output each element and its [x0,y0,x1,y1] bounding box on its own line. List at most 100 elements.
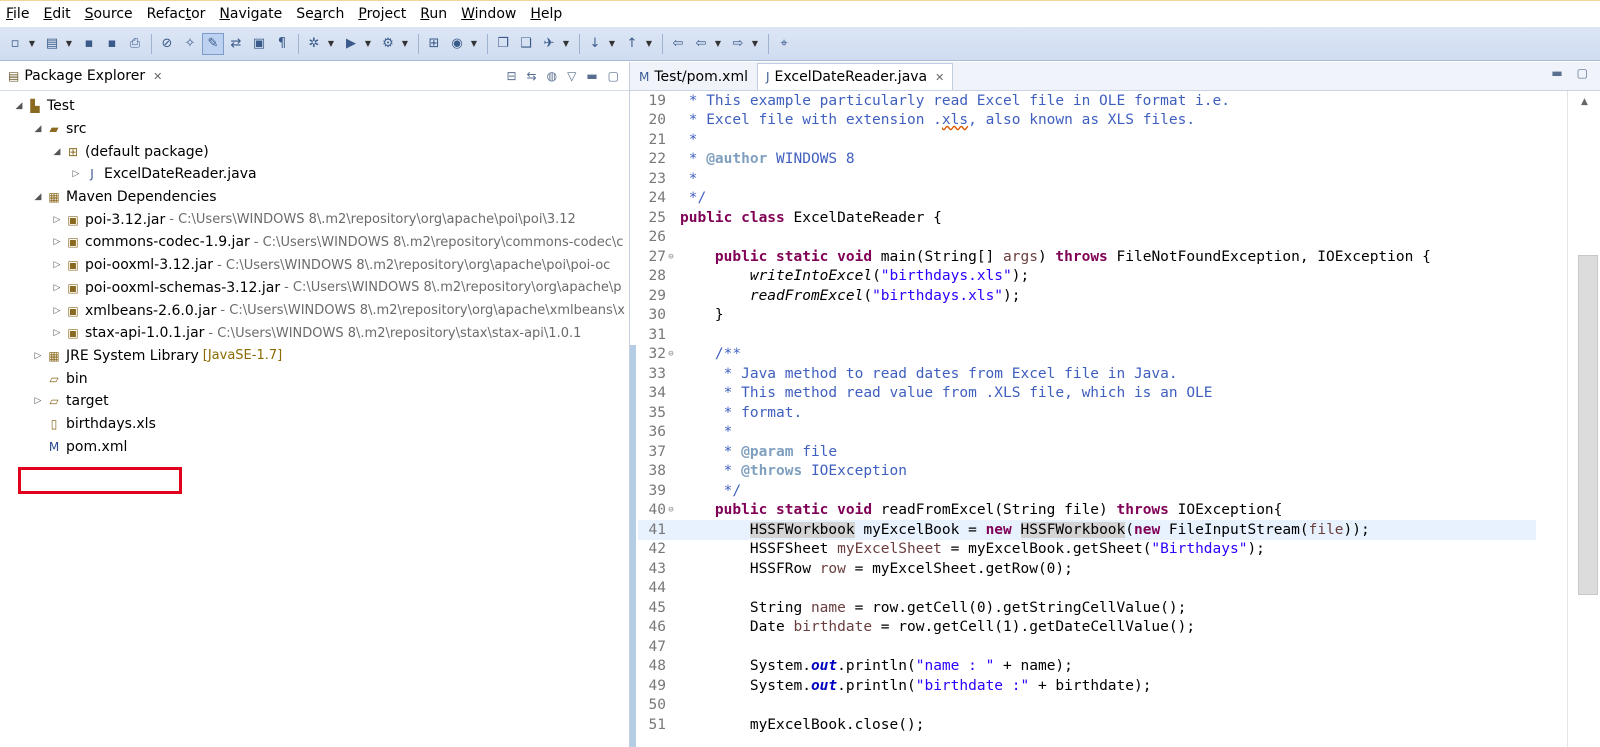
code-token: "birthdays.xls" [872,287,1004,304]
line-number: 23 [648,170,666,187]
tree-item[interactable]: ▯ birthdays.xls [0,413,629,436]
fold-icon[interactable]: ⊖ [666,349,676,359]
back-button[interactable]: ⇦ [690,33,712,55]
menu-help[interactable]: Help [523,1,569,28]
new-window-button[interactable]: ▤ [41,33,63,55]
new-class-button[interactable]: ◉ [446,33,468,55]
expanded-twisty-icon[interactable]: ◢ [31,192,45,202]
dropdown-arrow-icon[interactable]: ▼ [326,39,336,48]
tree-item[interactable]: ▱ bin [0,367,629,390]
dropdown-arrow-icon[interactable]: ▼ [644,39,654,48]
pin-editor-button[interactable]: ⌖ [773,33,795,55]
save-button[interactable]: ▪ [78,33,100,55]
open-folder-button[interactable]: ❐ [492,33,514,55]
tree-item[interactable]: ▷ J ExcelDateReader.java [0,163,629,186]
tree-item[interactable]: ▷ ▣ poi-ooxml-schemas-3.12.jar - C:\Users\W… [0,277,629,300]
expanded-twisty-icon[interactable]: ◢ [31,124,45,134]
expanded-twisty-icon[interactable]: ◢ [12,101,26,111]
tree-item[interactable]: ▷ ▣ poi-3.12.jar - C:\Users\WINDOWS 8\.m2\r… [0,208,629,231]
expanded-twisty-icon[interactable]: ◢ [50,147,64,157]
tree-item[interactable]: ▷ ▣ stax-api-1.0.1.jar - C:\Users\WINDOWS 8… [0,322,629,345]
tree-item[interactable]: ◢ ▙ Test [0,95,629,118]
dropdown-arrow-icon[interactable]: ▼ [363,39,373,48]
open-type-button[interactable]: ✧ [179,33,201,55]
collapsed-twisty-icon[interactable]: ▷ [50,215,64,225]
tree-item[interactable]: ▷ ▣ commons-codec-1.9.jar - C:\Users\WINDOW… [0,231,629,254]
menu-search[interactable]: Search [289,1,351,28]
toggle-block-button[interactable]: ⇄ [225,33,247,55]
new-java-project-button[interactable]: ⊞ [423,33,445,55]
scroll-thumb[interactable] [1578,255,1598,595]
editor-tab[interactable]: J ExcelDateReader.java ✕ [757,63,954,90]
print-button[interactable]: ⎙ [124,33,146,55]
maximize-icon[interactable]: ▢ [608,69,619,83]
tree-item[interactable]: ◢ ⊞ (default package) [0,140,629,163]
vertical-scrollbar[interactable]: ▲ [1567,91,1600,747]
maximize-icon[interactable]: ▢ [1577,66,1588,80]
forward-button[interactable]: ⇨ [727,33,749,55]
external-tools-button[interactable]: ⚙ [377,33,399,55]
next-annotation-button[interactable]: ↓ [584,33,606,55]
menu-refactor[interactable]: Refactor [140,1,213,28]
dropdown-arrow-icon[interactable]: ▼ [750,39,760,48]
paragraph-button[interactable]: ¶ [271,33,293,55]
run-button[interactable]: ▶ [340,33,362,55]
menu-source[interactable]: Source [78,1,140,28]
collapsed-twisty-icon[interactable]: ▷ [50,237,64,247]
collapsed-twisty-icon[interactable]: ▷ [50,328,64,338]
collapsed-twisty-icon[interactable]: ▷ [50,306,64,316]
menu-file[interactable]: File [0,1,36,28]
scroll-up-icon[interactable]: ▲ [1581,97,1588,107]
dropdown-arrow-icon[interactable]: ▼ [607,39,617,48]
collapsed-twisty-icon[interactable]: ▷ [31,351,45,361]
debug-button[interactable]: ✲ [303,33,325,55]
collapsed-twisty-icon[interactable]: ▷ [50,283,64,293]
search-button[interactable]: ✈ [538,33,560,55]
code-editor[interactable]: 19 * This example particularly read Exce… [630,91,1600,747]
mark-occurrences-button[interactable]: ✎ [202,32,224,55]
open-resource-button[interactable]: ❑ [515,33,537,55]
fold-icon[interactable]: ⊖ [666,505,676,515]
fold-icon[interactable]: ⊖ [666,252,676,262]
dropdown-arrow-icon[interactable]: ▼ [400,39,410,48]
editor-tab[interactable]: M Test/pom.xml [630,63,757,90]
menu-edit[interactable]: Edit [36,1,77,28]
close-icon[interactable]: ✕ [935,71,944,84]
dropdown-arrow-icon[interactable]: ▼ [713,39,723,48]
minimize-icon[interactable]: ▬ [1551,66,1562,80]
menu-navigate[interactable]: Navigate [212,1,289,28]
collapsed-twisty-icon[interactable]: ▷ [50,260,64,270]
dropdown-arrow-icon[interactable]: ▼ [27,39,37,48]
focus-task-icon[interactable]: ◍ [547,69,557,83]
tree-item[interactable]: ◢ ▦ Maven Dependencies [0,186,629,209]
show-whitespace-icon: ▣ [252,36,266,51]
tree-item[interactable]: ◢ ▰ src [0,118,629,141]
dropdown-arrow-icon[interactable]: ▼ [64,39,74,48]
skip-breakpoints-button[interactable]: ⊘ [156,33,178,55]
new-button[interactable]: ▫ [4,33,26,55]
previous-annotation-button[interactable]: ↑ [621,33,643,55]
dropdown-arrow-icon[interactable]: ▼ [561,39,571,48]
line-number: 48 [648,658,666,675]
collapse-all-icon[interactable]: ⊟ [506,69,516,83]
collapsed-twisty-icon[interactable]: ▷ [69,169,83,179]
menu-window[interactable]: Window [454,1,523,28]
tree-item[interactable]: ▷ ▣ xmlbeans-2.6.0.jar - C:\Users\WINDOWS 8… [0,299,629,322]
menu-run[interactable]: Run [413,1,454,28]
link-with-editor-icon[interactable]: ⇆ [527,69,537,83]
collapsed-twisty-icon[interactable]: ▷ [31,396,45,406]
editor-tab-label: ExcelDateReader.java [774,69,928,85]
tree-item[interactable]: ▷ ▣ poi-ooxml-3.12.jar - C:\Users\WINDOWS 8… [0,254,629,277]
tree-item[interactable]: ▷ ▦ JRE System Library [JavaSE-1.7] [0,345,629,368]
view-menu-icon[interactable]: ▽ [567,69,576,83]
menu-project[interactable]: Project [351,1,413,28]
dropdown-arrow-icon[interactable]: ▼ [469,39,479,48]
close-icon[interactable]: ✕ [153,70,162,83]
tree-item[interactable]: Mpom.xml [0,435,629,458]
show-whitespace-button[interactable]: ▣ [248,33,270,55]
tree-item[interactable]: ▷ ▱ target [0,390,629,413]
last-edit-button[interactable]: ⇦ [667,33,689,55]
minimize-icon[interactable]: ▬ [586,69,597,83]
tab-package-explorer[interactable]: ▤ Package Explorer ✕ [0,62,170,90]
save-all-button[interactable]: ▪ [101,33,123,55]
